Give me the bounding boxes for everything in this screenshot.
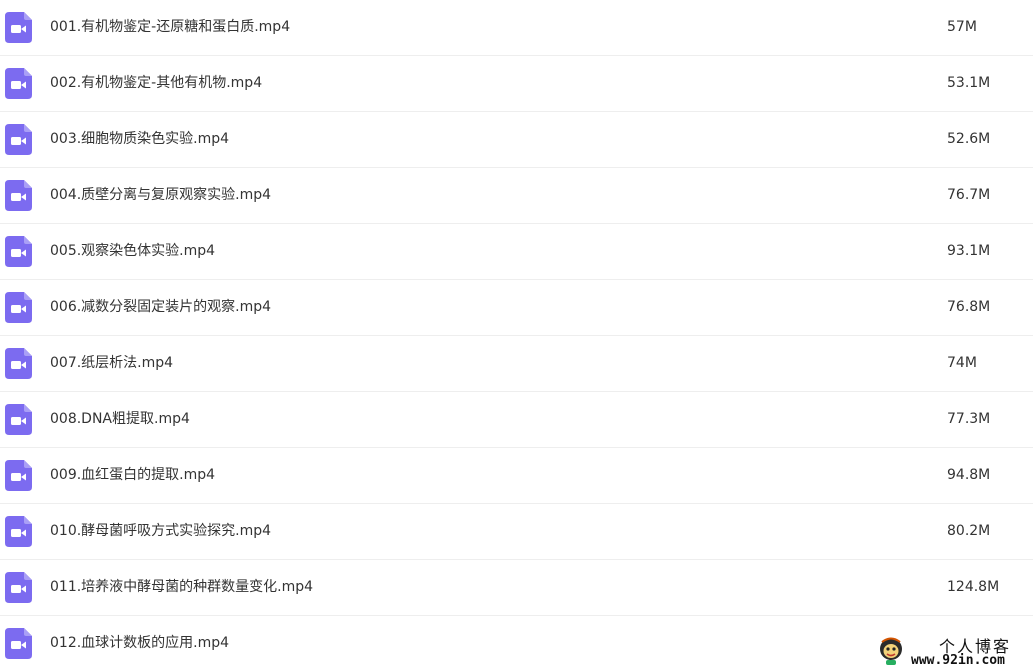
video-file-icon <box>5 516 32 547</box>
file-name[interactable]: 006.减数分裂固定装片的观察.mp4 <box>50 280 271 335</box>
file-row[interactable]: 005.观察染色体实验.mp4 93.1M <box>0 224 1033 280</box>
file-name[interactable]: 010.酵母菌呼吸方式实验探究.mp4 <box>50 504 271 559</box>
file-name[interactable]: 002.有机物鉴定-其他有机物.mp4 <box>50 56 262 111</box>
file-row[interactable]: 006.减数分裂固定装片的观察.mp4 76.8M <box>0 280 1033 336</box>
file-size: 77.3M <box>947 411 991 427</box>
file-size: 52.6M <box>947 131 991 147</box>
file-name[interactable]: 011.培养液中酵母菌的种群数量变化.mp4 <box>50 560 313 615</box>
video-file-icon <box>5 348 32 379</box>
video-file-icon <box>5 628 32 659</box>
blog-watermark: 个人博客 www.92in.com <box>853 633 1033 671</box>
file-name[interactable]: 004.质壁分离与复原观察实验.mp4 <box>50 168 271 223</box>
file-size: 94.8M <box>947 467 991 483</box>
file-size: 93.1M <box>947 243 991 259</box>
video-file-icon <box>5 124 32 155</box>
video-file-icon <box>5 12 32 43</box>
video-file-icon <box>5 460 32 491</box>
file-list: 001.有机物鉴定-还原糖和蛋白质.mp4 57M 002.有机物鉴定-其他有机… <box>0 0 1033 671</box>
file-name[interactable]: 005.观察染色体实验.mp4 <box>50 224 215 279</box>
file-name[interactable]: 012.血球计数板的应用.mp4 <box>50 616 229 671</box>
file-row[interactable]: 007.纸层析法.mp4 74M <box>0 336 1033 392</box>
file-row[interactable]: 002.有机物鉴定-其他有机物.mp4 53.1M <box>0 56 1033 112</box>
file-name[interactable]: 003.细胞物质染色实验.mp4 <box>50 112 229 167</box>
file-size: 57M <box>947 19 977 35</box>
video-file-icon <box>5 68 32 99</box>
cartoon-mascot-icon <box>880 637 902 665</box>
video-file-icon <box>5 404 32 435</box>
file-row[interactable]: 004.质壁分离与复原观察实验.mp4 76.7M <box>0 168 1033 224</box>
file-row[interactable]: 010.酵母菌呼吸方式实验探究.mp4 80.2M <box>0 504 1033 560</box>
video-file-icon <box>5 292 32 323</box>
file-size: 124.8M <box>947 579 1000 595</box>
file-row[interactable]: 008.DNA粗提取.mp4 77.3M <box>0 392 1033 448</box>
file-row[interactable]: 003.细胞物质染色实验.mp4 52.6M <box>0 112 1033 168</box>
file-size: 53.1M <box>947 75 991 91</box>
file-name[interactable]: 007.纸层析法.mp4 <box>50 336 173 391</box>
file-size: 76.7M <box>947 187 991 203</box>
file-size: 80.2M <box>947 523 991 539</box>
video-file-icon <box>5 572 32 603</box>
file-name[interactable]: 009.血红蛋白的提取.mp4 <box>50 448 215 503</box>
video-file-icon <box>5 180 32 211</box>
file-size: 74M <box>947 355 977 371</box>
file-size: 76.8M <box>947 299 991 315</box>
file-row[interactable]: 011.培养液中酵母菌的种群数量变化.mp4 124.8M <box>0 560 1033 616</box>
file-row[interactable]: 009.血红蛋白的提取.mp4 94.8M <box>0 448 1033 504</box>
watermark-url[interactable]: www.92in.com <box>911 653 1005 668</box>
file-row[interactable]: 001.有机物鉴定-还原糖和蛋白质.mp4 57M <box>0 0 1033 56</box>
file-name[interactable]: 001.有机物鉴定-还原糖和蛋白质.mp4 <box>50 0 290 55</box>
video-file-icon <box>5 236 32 267</box>
file-name[interactable]: 008.DNA粗提取.mp4 <box>50 392 190 447</box>
